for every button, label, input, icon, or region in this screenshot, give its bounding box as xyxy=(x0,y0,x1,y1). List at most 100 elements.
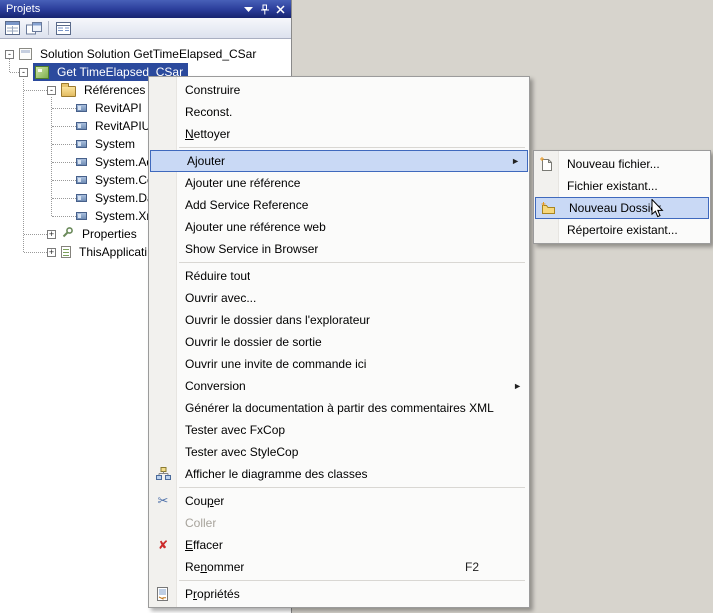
menu-item-ajouter-reference-web[interactable]: Ajouter une référence web xyxy=(149,216,529,238)
submenu-arrow-icon: ► xyxy=(511,156,520,166)
menu-item-label: Nouveau Dossier xyxy=(569,201,662,215)
delete-icon: ✘ xyxy=(157,538,169,552)
close-button[interactable] xyxy=(273,2,288,16)
menu-item-label: Réduire tout xyxy=(185,269,251,283)
menu-separator xyxy=(179,580,525,581)
split-panes-icon xyxy=(25,21,42,34)
menu-item-show-service-in-browser[interactable]: Show Service in Browser xyxy=(149,238,529,260)
submenu-arrow-icon: ► xyxy=(513,381,522,391)
menu-item-label: Ajouter une référence web xyxy=(185,220,326,234)
menu-item-label: Tester avec FxCop xyxy=(185,423,286,437)
split-panes-button[interactable] xyxy=(23,19,44,38)
menu-item-label: Ouvrir le dossier de sortie xyxy=(185,335,322,349)
tree-item-label: System.Da xyxy=(95,191,154,205)
scissors-icon: ✂ xyxy=(157,493,169,508)
menu-item-ouvrir-dossier-sortie[interactable]: Ouvrir le dossier de sortie xyxy=(149,331,529,353)
expander-icon[interactable]: + xyxy=(47,247,56,257)
menu-item-label: Nouveau fichier... xyxy=(567,157,660,171)
menu-item-coller[interactable]: Coller xyxy=(149,512,529,534)
reference-icon xyxy=(76,158,87,166)
mouse-cursor xyxy=(651,199,664,218)
expander-icon[interactable]: - xyxy=(5,49,14,59)
menu-item-ouvrir-dossier-explorateur[interactable]: Ouvrir le dossier dans l'explorateur xyxy=(149,309,529,331)
menu-item-ajouter-reference[interactable]: Ajouter une référence xyxy=(149,172,529,194)
menu-item-label: Nettoyer xyxy=(185,127,231,141)
menu-item-label: Afficher le diagramme des classes xyxy=(185,467,368,481)
menu-item-label: Conversion xyxy=(185,379,246,393)
wrench-icon xyxy=(61,226,74,242)
menu-item-label: Générer la documentation à partir des co… xyxy=(185,401,494,415)
menu-item-fichier-existant[interactable]: Fichier existant... xyxy=(534,175,710,197)
expander-icon[interactable]: - xyxy=(19,67,28,77)
panel-titlebar[interactable]: Projets xyxy=(0,0,291,18)
reference-icon xyxy=(76,104,87,112)
menu-item-label: Ajouter xyxy=(187,154,226,168)
reference-icon xyxy=(76,212,87,220)
tree-item-label: RevitAPI xyxy=(95,101,142,115)
properties-sheet-icon xyxy=(149,587,177,601)
properties-window-icon xyxy=(5,21,20,35)
details-view-button[interactable] xyxy=(53,19,74,38)
menu-item-label: Ouvrir une invite de commande ici xyxy=(185,357,367,371)
tree-item-solution[interactable]: - Solution Solution GetTimeElapsed_CSar xyxy=(0,45,291,63)
tree-item-label: System.Ad xyxy=(95,155,154,169)
tree-item-label: ThisApplicati xyxy=(79,245,148,259)
tree-item-label: Solution Solution GetTimeElapsed_CSar xyxy=(40,47,257,61)
menu-item-nettoyer[interactable]: Nettoyer xyxy=(149,123,529,145)
context-menu: Construire Reconst. Nettoyer Ajouter ► A… xyxy=(148,76,530,608)
menu-item-proprietes[interactable]: Propriétés xyxy=(149,583,529,605)
menu-item-conversion[interactable]: Conversion ► xyxy=(149,375,529,397)
menu-item-repertoire-existant[interactable]: Répertoire existant... xyxy=(534,219,710,241)
csharp-project-icon xyxy=(35,65,49,79)
close-icon xyxy=(276,4,285,14)
menu-item-add-service-reference[interactable]: Add Service Reference xyxy=(149,194,529,216)
menu-item-reconstruire[interactable]: Reconst. xyxy=(149,101,529,123)
class-diagram-icon xyxy=(149,467,177,481)
menu-item-label: Fichier existant... xyxy=(567,179,658,193)
auto-hide-pin-button[interactable] xyxy=(257,2,272,16)
details-view-icon xyxy=(56,21,71,35)
expander-icon[interactable]: + xyxy=(47,229,56,239)
menu-item-reduire-tout[interactable]: Réduire tout xyxy=(149,265,529,287)
panel-title: Projets xyxy=(6,3,41,15)
screen: Projets - Solution Solution GetTimeElaps… xyxy=(0,0,713,613)
menu-item-label: Reconst. xyxy=(185,105,233,119)
reference-icon xyxy=(76,194,87,202)
pin-icon xyxy=(261,4,269,14)
menu-separator xyxy=(179,147,525,148)
tree-item-label: System.Co xyxy=(95,173,154,187)
new-folder-icon xyxy=(536,201,561,215)
tree-item-label: RevitAPIU xyxy=(95,119,151,133)
menu-item-ouvrir-invite-commande[interactable]: Ouvrir une invite de commande ici xyxy=(149,353,529,375)
panel-toolbar xyxy=(0,18,291,39)
reference-icon xyxy=(76,176,87,184)
menu-item-label: Construire xyxy=(185,83,241,97)
window-position-button[interactable] xyxy=(241,2,256,16)
menu-item-couper[interactable]: ✂ Couper xyxy=(149,490,529,512)
toolbar-separator xyxy=(48,21,49,35)
menu-item-effacer[interactable]: ✘ Effacer xyxy=(149,534,529,556)
menu-item-label: Propriétés xyxy=(185,587,240,601)
menu-item-tester-stylecop[interactable]: Tester avec StyleCop xyxy=(149,441,529,463)
menu-item-ajouter[interactable]: Ajouter ► xyxy=(150,150,528,172)
menu-separator xyxy=(179,262,525,263)
menu-item-label: Ouvrir le dossier dans l'explorateur xyxy=(185,313,371,327)
menu-item-nouveau-dossier[interactable]: Nouveau Dossier xyxy=(535,197,709,219)
menu-item-afficher-diagramme-classes[interactable]: Afficher le diagramme des classes xyxy=(149,463,529,485)
add-submenu: Nouveau fichier... Fichier existant... N… xyxy=(533,150,711,244)
menu-item-renommer[interactable]: Renommer F2 xyxy=(149,556,529,578)
solution-icon xyxy=(19,48,32,60)
menu-item-ouvrir-avec[interactable]: Ouvrir avec... xyxy=(149,287,529,309)
expander-icon[interactable]: - xyxy=(47,85,56,95)
menu-item-label: Tester avec StyleCop xyxy=(185,445,299,459)
reference-icon xyxy=(76,122,87,130)
menu-item-label: Couper xyxy=(185,494,225,508)
menu-item-nouveau-fichier[interactable]: Nouveau fichier... xyxy=(534,153,710,175)
menu-separator xyxy=(179,487,525,488)
menu-item-label: Show Service in Browser xyxy=(185,242,319,256)
menu-item-generer-documentation[interactable]: Générer la documentation à partir des co… xyxy=(149,397,529,419)
menu-item-construire[interactable]: Construire xyxy=(149,79,529,101)
chevron-down-icon xyxy=(244,6,253,12)
menu-item-tester-fxcop[interactable]: Tester avec FxCop xyxy=(149,419,529,441)
properties-window-button[interactable] xyxy=(2,19,23,38)
